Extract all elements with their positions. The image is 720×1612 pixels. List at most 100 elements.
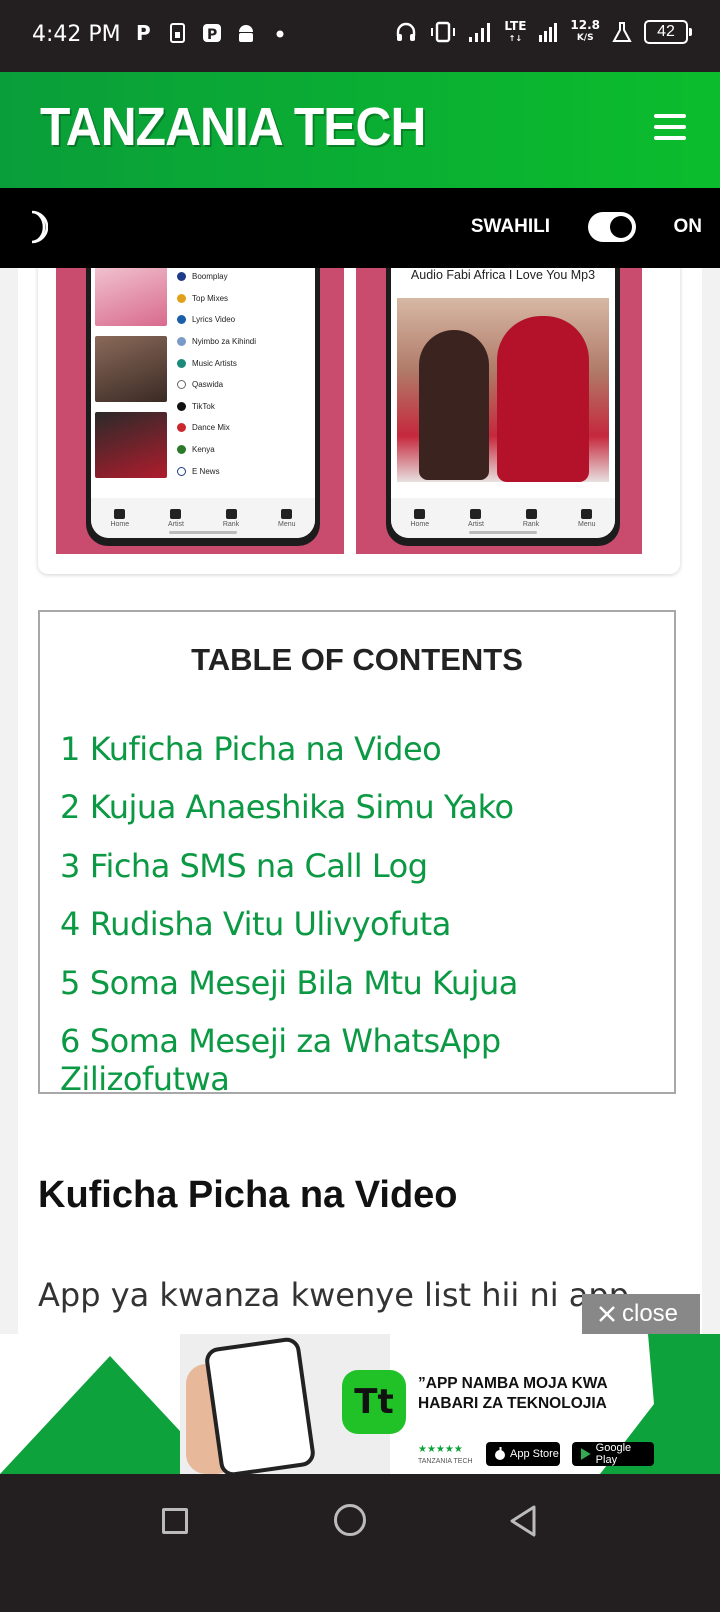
menu-item: Top Mixes — [177, 288, 256, 310]
phone-shape — [203, 1335, 317, 1474]
phone-frame: Boomplay Top Mixes Lyrics Video Nyimbo z… — [86, 268, 320, 546]
site-header: TANZANIA TECH — [0, 72, 720, 188]
notification-icons: P P — [134, 22, 290, 44]
rating-stars-icon: ★★★★★ — [418, 1444, 463, 1455]
nav-menu: Menu — [578, 508, 596, 528]
app-screenshots-image: Boomplay Top Mixes Lyrics Video Nyimbo z… — [38, 268, 680, 574]
menu-icon — [581, 508, 593, 519]
hamburger-menu-icon[interactable] — [654, 114, 686, 140]
moon-icon[interactable] — [20, 210, 48, 244]
system-icons: LTE ↑↓ 12.8 K/S 42 — [394, 18, 692, 44]
thumbnail — [95, 268, 167, 326]
toggle-knob — [610, 216, 632, 238]
person-icon — [170, 508, 182, 519]
speed-unit: K/S — [576, 33, 594, 43]
toc-label: Kuficha Picha na Video — [89, 730, 442, 768]
menu-item-label: Dance Mix — [192, 423, 230, 433]
battery-indicator: 42 — [644, 20, 692, 44]
close-icon — [599, 1306, 615, 1322]
menu-item-label: Music Artists — [192, 358, 237, 368]
menu-item-label: Top Mixes — [192, 293, 229, 303]
parking-icon: P — [136, 22, 151, 44]
nav-label: Menu — [578, 520, 596, 528]
sim-card-icon — [170, 23, 185, 43]
ad-close-button[interactable]: close — [582, 1294, 700, 1334]
dot-icon — [276, 30, 284, 38]
toc-list: 1 Kuficha Picha na Video 2 Kujua Anaeshika… — [60, 730, 674, 1098]
photo-figure — [497, 316, 589, 482]
signal-2-icon — [539, 23, 558, 42]
menu-item: TikTok — [177, 396, 256, 418]
nav-label: Rank — [522, 520, 540, 528]
system-navigation-bar — [0, 1474, 720, 1612]
person-icon — [470, 508, 482, 519]
speed-value: 12.8 — [570, 18, 600, 32]
nav-label: Menu — [278, 520, 296, 528]
screenshot-right: Audio Fabi Africa I Love You Mp3 Home Ar… — [356, 268, 642, 554]
menu-item-label: Boomplay — [192, 272, 228, 282]
apple-icon — [495, 1447, 505, 1460]
flask-icon — [612, 22, 632, 42]
nav-home: Home — [110, 508, 129, 528]
ad-banner[interactable]: Tt ”APP NAMBA MOJA KWA HABARI ZA TEKNOLO… — [0, 1334, 720, 1474]
song-title: Audio Fabi Africa I Love You Mp3 — [410, 268, 596, 282]
language-toggle[interactable] — [588, 212, 636, 242]
menu-item: Boomplay — [177, 268, 256, 288]
google-play-badge[interactable]: Google Play — [572, 1442, 654, 1466]
menu-item: Qaswida — [177, 374, 256, 396]
site-logo[interactable]: TANZANIA TECH — [40, 96, 426, 158]
lte-label: LTE — [504, 18, 527, 33]
close-label: close — [622, 1300, 679, 1327]
recents-button[interactable] — [162, 1508, 188, 1534]
home-icon — [114, 508, 126, 519]
toc-label: Rudisha Vitu Ulivyofuta — [89, 905, 451, 944]
phone-frame: Audio Fabi Africa I Love You Mp3 Home Ar… — [386, 268, 620, 546]
lte-indicator: LTE ↑↓ — [504, 18, 527, 43]
vibrate-icon — [431, 21, 456, 43]
toc-link[interactable]: 1 Kuficha Picha na Video — [60, 730, 674, 788]
svg-text:P: P — [207, 27, 217, 43]
home-icon — [414, 508, 426, 519]
app-store-badge[interactable]: App Store — [486, 1442, 560, 1466]
app-p-icon: P — [203, 24, 221, 43]
play-store-icon — [580, 1448, 591, 1460]
toc-link[interactable]: 2 Kujua Anaeshika Simu Yako — [60, 788, 674, 846]
toggle-state-label: ON — [673, 216, 703, 237]
home-indicator — [169, 531, 237, 534]
network-speed: 12.8 K/S — [570, 18, 600, 44]
menu-item-label: Nyimbo za Kihindi — [192, 337, 257, 347]
nav-label: Artist — [468, 520, 484, 528]
nav-home: Home — [410, 508, 430, 528]
toc-number: 2 — [60, 788, 80, 827]
toc-link[interactable]: 3 Ficha SMS na Call Log — [60, 847, 674, 905]
ad-tagline: ”APP NAMBA MOJA KWA HABARI ZA TEKNOLOJIA — [418, 1374, 608, 1414]
section-heading: Kuficha Picha na Video — [38, 1174, 458, 1216]
tagline-line: ”APP NAMBA MOJA KWA — [418, 1375, 608, 1392]
battery-level: 42 — [657, 23, 675, 40]
toc-link[interactable]: 6 Soma Meseji za WhatsApp Zilizofutwa — [60, 1022, 674, 1098]
toc-link[interactable]: 5 Soma Meseji Bila Mtu Kujua — [60, 964, 674, 1022]
chart-icon — [525, 508, 537, 519]
back-button[interactable] — [508, 1504, 538, 1538]
thumbnail — [95, 336, 167, 402]
menu-item-label: Lyrics Video — [192, 315, 236, 325]
toc-label: Kujua Anaeshika Simu Yako — [89, 788, 514, 827]
signal-icon — [469, 23, 491, 42]
menu-item: Lyrics Video — [177, 309, 256, 331]
toc-number: 1 — [60, 730, 80, 768]
nav-label: Home — [410, 520, 430, 528]
menu-item: Kenya — [177, 439, 256, 461]
toc-link[interactable]: 4 Rudisha Vitu Ulivyofuta — [60, 905, 674, 963]
mode-bar: SWAHILI ON — [0, 188, 720, 268]
ad-brand: TANZANIA TECH — [418, 1458, 473, 1465]
menu-item: Dance Mix — [177, 417, 256, 439]
home-button[interactable] — [334, 1504, 366, 1536]
toc-number: 5 — [60, 963, 80, 1002]
nav-menu: Menu — [278, 508, 296, 528]
toc-number: 3 — [60, 846, 80, 885]
menu-item-label: E News — [192, 466, 220, 476]
toc-label: Ficha SMS na Call Log — [89, 846, 428, 885]
screenshot-left: Boomplay Top Mixes Lyrics Video Nyimbo z… — [56, 268, 344, 554]
nav-label: Rank — [222, 520, 240, 528]
menu-item: Nyimbo za Kihindi — [177, 331, 256, 353]
